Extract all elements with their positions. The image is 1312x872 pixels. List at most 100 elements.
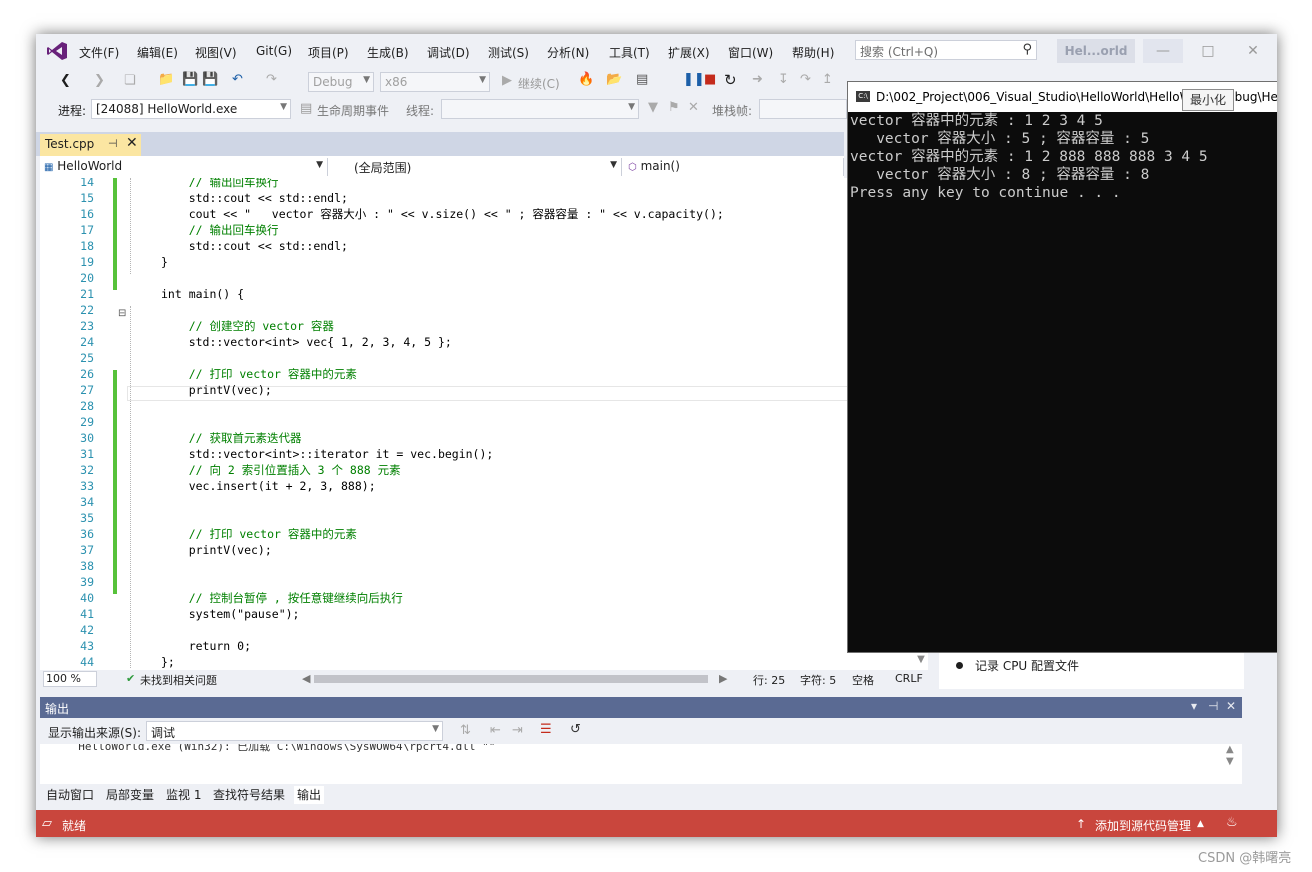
menu-view[interactable]: 视图(V) xyxy=(195,44,237,61)
code-line[interactable]: 42 xyxy=(40,622,928,638)
code-line[interactable]: 37 printV(vec); xyxy=(40,542,928,558)
code-line[interactable]: 31 std::vector<int>::iterator it = vec.b… xyxy=(40,446,928,462)
code-line[interactable]: 16 cout << " vector 容器大小 : " << v.size()… xyxy=(40,206,928,222)
code-line[interactable]: 14 // 输出回车换行 xyxy=(40,178,928,190)
find-message-icon[interactable]: ⇅ xyxy=(460,723,471,738)
scroll-up-icon[interactable]: ▲ xyxy=(1226,744,1234,755)
stack-frame-select[interactable] xyxy=(759,99,847,119)
flag-threads-icon[interactable]: ⚑ xyxy=(668,100,680,115)
lifecycle-events-button[interactable]: 生命周期事件 xyxy=(317,102,389,119)
solution-name-badge[interactable]: Hel...orld xyxy=(1057,39,1135,63)
step-into-icon[interactable]: ↧ xyxy=(778,72,789,87)
minimize-button[interactable]: — xyxy=(1143,39,1183,63)
platform-select[interactable]: x86 ▼ xyxy=(380,72,490,92)
restart-icon[interactable]: ↻ xyxy=(724,71,737,89)
forward-icon[interactable]: ❯ xyxy=(94,73,105,88)
process-select[interactable]: [24088] HelloWorld.exe ▼ xyxy=(91,99,291,119)
code-line[interactable]: 25 xyxy=(40,350,928,366)
code-line[interactable]: 29 xyxy=(40,414,928,430)
console-window[interactable]: C:\ D:\002_Project\006_Visual_Studio\Hel… xyxy=(847,81,1277,653)
close-button[interactable]: ✕ xyxy=(1233,39,1273,63)
code-line[interactable]: 20 xyxy=(40,270,928,286)
record-cpu-profile-link[interactable]: 记录 CPU 配置文件 xyxy=(975,657,1079,674)
scope-select[interactable]: (全局范围) ▼ xyxy=(332,158,622,176)
add-to-source-control-button[interactable]: 添加到源代码管理 xyxy=(1095,817,1191,834)
save-all-icon[interactable]: 💾 xyxy=(202,72,218,87)
tab-find-symbol-results[interactable]: 查找符号结果 xyxy=(210,786,288,804)
tab-test-cpp[interactable]: Test.cpp ⊣ ✕ xyxy=(40,134,141,156)
whitespace-indicator[interactable]: 空格 xyxy=(852,672,874,688)
menu-analyze[interactable]: 分析(N) xyxy=(547,44,589,61)
code-line[interactable]: 38 xyxy=(40,558,928,574)
tab-locals[interactable]: 局部变量 xyxy=(103,786,157,804)
menu-file[interactable]: 文件(F) xyxy=(79,44,119,61)
menu-build[interactable]: 生成(B) xyxy=(367,44,409,61)
stop-icon[interactable]: ■ xyxy=(704,72,716,87)
flag-all-icon[interactable]: ✕ xyxy=(688,100,699,115)
notifications-bell-icon[interactable]: ♨ xyxy=(1226,815,1238,830)
menu-window[interactable]: 窗口(W) xyxy=(728,44,773,61)
word-wrap-icon[interactable]: ↺ xyxy=(570,722,581,737)
code-line[interactable]: 27 printV(vec); xyxy=(40,382,928,398)
menu-extensions[interactable]: 扩展(X) xyxy=(668,44,710,61)
code-editor[interactable]: ⊟ ▼ 14 // 输出回车换行 15 std::cout << std::end… xyxy=(40,178,928,670)
code-line[interactable]: 28 xyxy=(40,398,928,414)
code-line[interactable]: 23 // 创建空的 vector 容器 xyxy=(40,318,928,334)
issues-label[interactable]: 未找到相关问题 xyxy=(140,672,217,688)
open-folder-icon[interactable]: 📁 xyxy=(158,72,174,87)
code-line[interactable]: 26 // 打印 vector 容器中的元素 xyxy=(40,366,928,382)
step-over-icon[interactable]: ↷ xyxy=(800,72,811,87)
eol-indicator[interactable]: CRLF xyxy=(895,672,923,685)
code-line[interactable]: 41 system("pause"); xyxy=(40,606,928,622)
code-line[interactable]: 15 std::cout << std::endl; xyxy=(40,190,928,206)
scroll-down-icon[interactable]: ▼ xyxy=(1226,756,1234,767)
zoom-select[interactable]: 100 % xyxy=(43,671,97,687)
new-item-icon[interactable]: ❏ xyxy=(124,73,136,88)
solution-config-select[interactable]: Debug ▼ xyxy=(308,72,374,92)
code-line[interactable]: 36 // 打印 vector 容器中的元素 xyxy=(40,526,928,542)
show-next-statement-icon[interactable]: ➜ xyxy=(752,72,763,87)
code-line[interactable]: 30 // 获取首元素迭代器 xyxy=(40,430,928,446)
pause-icon[interactable]: ❚❚ xyxy=(683,72,705,87)
scroll-left-icon[interactable]: ◀ xyxy=(302,672,310,685)
search-box[interactable]: 搜索 (Ctrl+Q) ⚲ xyxy=(855,40,1037,60)
panel-dropdown-icon[interactable]: ▾ xyxy=(1191,699,1197,713)
menu-tools[interactable]: 工具(T) xyxy=(609,44,650,61)
tab-output[interactable]: 输出 xyxy=(294,786,325,804)
line-indicator[interactable]: 行: 25 xyxy=(753,672,785,688)
code-line[interactable]: 18 std::cout << std::endl; xyxy=(40,238,928,254)
code-line[interactable]: 22 xyxy=(40,302,928,318)
pin-icon[interactable]: ⊣ xyxy=(108,137,118,150)
prev-message-icon[interactable]: ⇤ xyxy=(490,723,501,738)
code-line[interactable]: 34 xyxy=(40,494,928,510)
back-icon[interactable]: ❮ xyxy=(60,73,71,88)
continue-button[interactable]: 继续(C) xyxy=(518,75,560,92)
code-line[interactable]: 43 return 0; xyxy=(40,638,928,654)
thread-select[interactable]: ▼ xyxy=(441,99,639,119)
output-source-select[interactable]: 调试 ▼ xyxy=(146,721,443,741)
close-tab-icon[interactable]: ✕ xyxy=(126,135,138,151)
code-line[interactable]: 24 std::vector<int> vec{ 1, 2, 3, 4, 5 }… xyxy=(40,334,928,350)
menu-help[interactable]: 帮助(H) xyxy=(792,44,834,61)
code-line[interactable]: 40 // 控制台暂停 , 按任意键继续向后执行 xyxy=(40,590,928,606)
next-message-icon[interactable]: ⇥ xyxy=(512,723,523,738)
menu-git[interactable]: Git(G) xyxy=(256,44,292,58)
code-line[interactable]: 21 int main() { xyxy=(40,286,928,302)
maximize-button[interactable]: □ xyxy=(1188,39,1228,63)
menu-edit[interactable]: 编辑(E) xyxy=(137,44,178,61)
code-line[interactable]: 19} xyxy=(40,254,928,270)
project-select[interactable]: ▦ HelloWorld ▼ xyxy=(40,158,328,176)
horizontal-scrollbar[interactable] xyxy=(314,675,708,683)
code-line[interactable]: 33 vec.insert(it + 2, 3, 888); xyxy=(40,478,928,494)
filter-icon[interactable]: ▼ xyxy=(648,100,658,115)
code-line[interactable]: 35 xyxy=(40,510,928,526)
undo-icon[interactable]: ↶ xyxy=(232,72,243,87)
code-line[interactable]: 39 xyxy=(40,574,928,590)
code-line[interactable]: 44}; xyxy=(40,654,928,670)
clear-all-icon[interactable]: ☰ xyxy=(540,722,552,737)
menu-test[interactable]: 测试(S) xyxy=(488,44,529,61)
tab-autos[interactable]: 自动窗口 xyxy=(43,786,97,804)
screenshot-icon[interactable]: ▤ xyxy=(636,72,648,87)
find-in-files-icon[interactable]: 📂 xyxy=(606,72,622,87)
menu-project[interactable]: 项目(P) xyxy=(308,44,349,61)
